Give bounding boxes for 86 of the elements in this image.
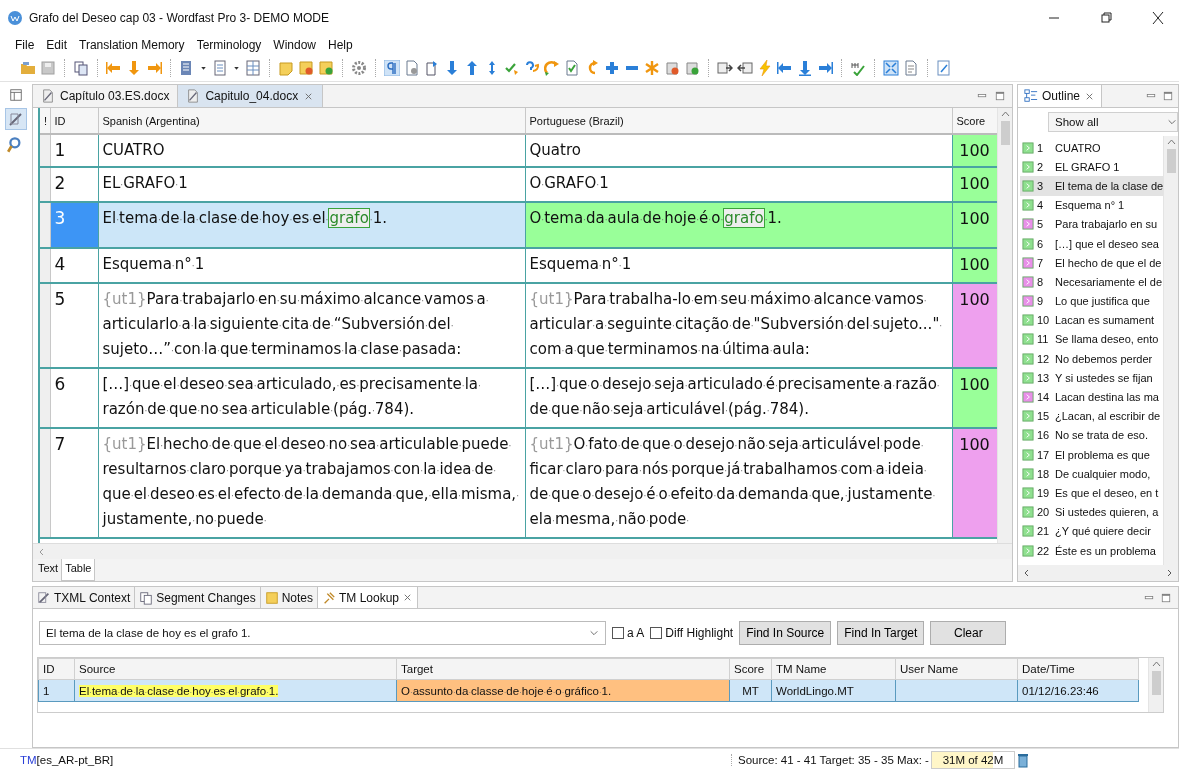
column-header[interactable]: Source (74, 658, 397, 680)
table-cell: 1 (38, 679, 75, 702)
action-button[interactable]: Clear (930, 621, 1007, 645)
menu-item[interactable]: Edit (45, 38, 69, 52)
menu-item[interactable]: Window (272, 38, 317, 52)
outline-item[interactable]: 19 Es que el deseo, en t (1020, 483, 1163, 503)
outline-item[interactable]: 8 Necesariamente el de (1020, 272, 1163, 292)
tm-label: TM[es_AR-pt_BR] (20, 754, 114, 766)
column-header[interactable]: Score (952, 108, 997, 134)
column-header[interactable]: Portuguese (Brazil) (525, 108, 952, 134)
outline-item[interactable]: 3 El tema de la clase de (1020, 176, 1163, 196)
menu-item[interactable]: Translation Memory (78, 38, 186, 52)
target-cell[interactable]: […]·que·o·desejo·seja·articulado·é·precisamente·a·razão·de·que·não·seja·articulável·(pág.·784). (525, 368, 952, 428)
segment-id[interactable]: 6 (50, 368, 98, 428)
score-cell: 100 (952, 368, 997, 428)
outline-item[interactable]: 22 Éste es un problema (1020, 540, 1163, 561)
outline-item[interactable]: 14 Lacan destina las ma (1020, 387, 1163, 407)
column-header[interactable]: ID (38, 658, 75, 680)
outline-item[interactable]: 21 ¿Y qué quiere decir (1020, 521, 1163, 541)
table-cell: O·assunto·da·classe·de·hoje·é·o·gráfico·1. (396, 679, 730, 702)
outline-item[interactable]: 16 No se trata de eso. (1020, 425, 1163, 445)
outline-item[interactable]: 5 Para trabajarlo en su (1020, 214, 1163, 234)
checkbox[interactable]: Diff Highlight (650, 626, 734, 640)
column-header[interactable]: TM Name (771, 658, 896, 680)
panel-tab[interactable]: Segment Changes (135, 587, 261, 608)
column-header[interactable]: ID (50, 108, 98, 134)
outline-item[interactable]: 11 Se llama deseo, ento (1020, 329, 1163, 350)
target-cell[interactable]: {ut1}Para·trabalha-lo·em·seu·máximo·alcance·vamos·articular·a·seguinte·citação·de·"Subversión·del·sujeto..."·com·a·que·terminamos·na·última·aula: (525, 283, 952, 368)
checkbox[interactable]: a A (612, 626, 645, 640)
action-button[interactable]: Find In Target (837, 621, 925, 645)
target-cell[interactable]: Quatro (525, 134, 952, 167)
window-title: Grafo del Deseo cap 03 - Wordfast Pro 3- DEMO MODE (29, 11, 330, 25)
filter-dropdown[interactable]: Show all (1048, 112, 1178, 132)
column-header[interactable]: ! (40, 108, 50, 134)
memory-reading: 31M of 42M (941, 754, 1005, 766)
menu-item[interactable]: File (14, 38, 36, 52)
outline-item[interactable]: 6 […] que el deseo sea (1020, 233, 1163, 254)
menu-item[interactable]: Terminology (195, 38, 263, 52)
table-cell: El·tema·de·la·clase·de·hoy·es·el·grafo·1. (74, 679, 397, 702)
outline-item[interactable]: 7 El hecho de que el de (1020, 253, 1163, 273)
panel-tab[interactable]: TM Lookup (318, 587, 419, 608)
column-header[interactable]: Date/Time (1017, 658, 1139, 680)
panel-tab[interactable]: TXML Context (33, 587, 136, 608)
outline-item[interactable]: 15 ¿Lacan, al escribir de (1020, 406, 1163, 426)
outline-item[interactable]: 13 Y si ustedes se fijan (1020, 368, 1163, 388)
target-cell[interactable]: O·tema·da·aula·de·hoje·é·o·grafo·1. (525, 202, 952, 248)
source-cell[interactable]: {ut1}Para·trabajarlo·en·su·máximo·alcance·vamos·a·articularlo·a·la·siguiente·cita·de·“Subversión·del·sujeto…”·con·la·que·terminamos·la·clase·pasada: (98, 283, 525, 368)
score-cell: 100 (952, 167, 997, 202)
memory-meter[interactable]: 31M of 42M (931, 751, 1015, 769)
column-header[interactable]: Target (396, 658, 730, 680)
outline-item[interactable]: 18 De cualquier modo, (1020, 464, 1163, 484)
outline-item[interactable]: 10 Lacan es sumament (1020, 310, 1163, 330)
outline-item[interactable]: 4 Esquema n° 1 (1020, 195, 1163, 215)
target-cell[interactable]: O·GRAFO·1 (525, 167, 952, 202)
search-field[interactable]: El tema de la clase de hoy es el grafo 1. (39, 621, 606, 645)
segment-id[interactable]: 1 (50, 134, 98, 167)
score-cell: 100 (952, 202, 997, 248)
menu-item[interactable]: Help (327, 38, 354, 52)
action-button[interactable]: Find In Source (739, 621, 832, 645)
outline-item[interactable]: 2 EL GRAFO 1 (1020, 157, 1163, 177)
score-cell: 100 (952, 283, 997, 368)
source-cell[interactable]: El·tema·de·la·clase·de·hoy·es·el·grafo·1. (98, 202, 525, 248)
column-header[interactable]: User Name (895, 658, 1018, 680)
outline-item[interactable]: 20 Si ustedes quieren, a (1020, 502, 1163, 522)
target-cell[interactable]: Esquema·n°·1 (525, 248, 952, 283)
outline-item[interactable]: 17 El problema es que (1020, 445, 1163, 465)
source-cell[interactable]: CUATRO (98, 134, 525, 167)
source-cell[interactable]: {ut1}El·hecho·de·que·el·deseo·no·sea·articulable·puede·resultarnos·claro·porque·ya·trabajamos·con·la·idea·de·que·el·deseo·es·el·efecto·de·la·demanda·que,·ella·misma,·justamente,·no·puede· (98, 428, 525, 538)
column-header[interactable]: Score (729, 658, 772, 680)
outline-tab[interactable]: Outline (1018, 85, 1103, 107)
view-tab[interactable]: Table (61, 559, 96, 581)
source-cell[interactable]: […]·que·el·deseo·sea·articulado,·es·precisamente·la·razón·de·que·no·sea·articulable·(pág.·784). (98, 368, 525, 428)
score-cell: 100 (952, 428, 997, 538)
segment-counts: Source: 41 - 41 Target: 35 - 35 Max: - (731, 754, 929, 766)
score-cell: 100 (952, 248, 997, 283)
document-tab[interactable]: Capitulo_04.docx (178, 85, 324, 107)
column-header[interactable]: Spanish (Argentina) (98, 108, 525, 134)
view-tab[interactable]: Text (35, 559, 62, 581)
outline-item[interactable]: 12 No debemos perder (1020, 349, 1163, 369)
outline-item[interactable]: 1 CUATRO (1020, 138, 1163, 158)
source-cell[interactable]: Esquema·n°·1 (98, 248, 525, 283)
segment-id[interactable]: 4 (50, 248, 98, 283)
outline-item[interactable]: 9 Lo que justifica que (1020, 291, 1163, 311)
segment-id[interactable]: 5 (50, 283, 98, 368)
segment-id[interactable]: 7 (50, 428, 98, 538)
target-cell[interactable]: {ut1}O·fato·de·que·o·desejo·não·seja·articulável·pode·ficar·claro·para·nós·porque·já·trabalhamos·com·a·ideia·de·que·o·desejo·é·o·efeito·da·demanda·que,·justamente·ela·mesma,·não·pode· (525, 428, 952, 538)
